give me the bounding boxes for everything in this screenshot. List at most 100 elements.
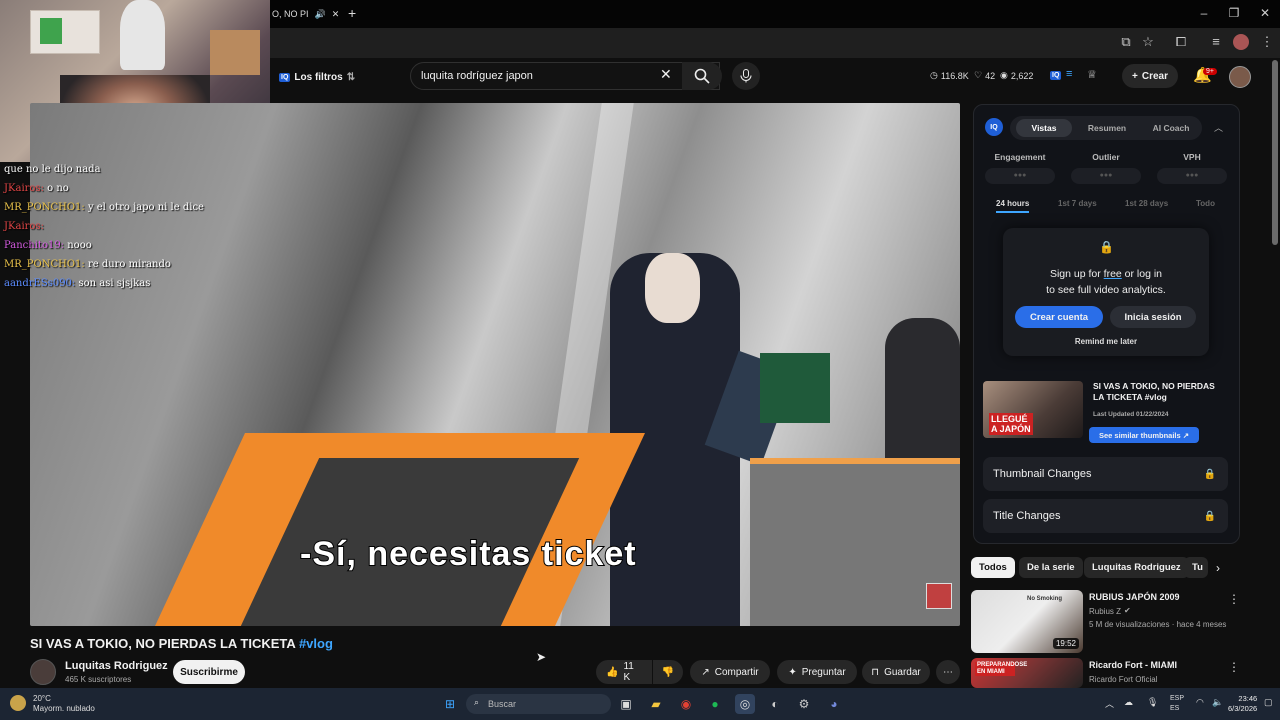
discord-icon[interactable]: ◕ [824,694,844,714]
dislike-button[interactable]: 👎 [653,660,683,684]
notification-center-icon[interactable]: ▢ [1264,697,1273,708]
page-scrollbar[interactable] [1272,60,1278,245]
clock-icon: ◷ [930,70,938,80]
thumbnail-changes-row[interactable]: Thumbnail Changes 🔒 [983,457,1228,491]
range-7d[interactable]: 1st 7 days [1058,199,1097,208]
thumb-icon: ♡ [974,70,983,80]
new-tab-button[interactable]: + [348,5,356,21]
close-window-button[interactable]: ✕ [1255,6,1275,20]
language-indicator[interactable]: ESP ES [1170,694,1184,714]
share-button[interactable]: ↗ Compartir [690,660,770,684]
rec-menu-icon[interactable]: ⋮ [1228,592,1240,606]
metric-engagement-value: ●●● [985,168,1055,184]
metric-engagement: Engagement [994,152,1046,162]
search-icon [694,68,710,84]
task-view-icon[interactable]: ▣ [616,694,636,714]
vidiq-extension-chip[interactable]: IQ [1050,71,1062,80]
spotify-icon[interactable]: ● [705,694,725,714]
thumbnail-preview: LLEGUÉ A JAPÓN [983,381,1083,438]
steam-icon[interactable]: ◎ [735,694,755,714]
wifi-icon[interactable]: ◠ [1196,697,1204,708]
chrome-icon[interactable]: ◉ [676,694,696,714]
extensions-icon[interactable]: ⧠ [1172,34,1190,50]
rec-channel-1[interactable]: Rubius Z [1089,607,1121,616]
close-tab-icon[interactable]: ✕ [332,9,340,20]
settings-icon[interactable]: ⚙ [794,694,814,714]
obs-icon[interactable]: ◐ [765,694,785,714]
video-hashtag[interactable]: #vlog [299,636,333,651]
chip-todos[interactable]: Todos [971,557,1015,578]
metric-outlier-value: ●●● [1071,168,1141,184]
vidiq-menu-icon[interactable]: ≡ [1066,68,1072,80]
create-button[interactable]: + Crear [1122,64,1178,88]
rec-channel-2[interactable]: Ricardo Fort Oficial [1089,675,1157,684]
install-icon[interactable]: ⧉ [1117,34,1135,50]
browser-tab[interactable]: O, NO PI 🔊 ✕ [272,4,342,24]
chevron-right-icon[interactable]: › [1216,561,1220,575]
range-24h[interactable]: 24 hours [996,199,1030,213]
chat-username: aandrESs090: [4,278,79,289]
voice-search-button[interactable] [732,62,760,90]
remind-later-link[interactable]: Remind me later [1003,337,1209,346]
like-button[interactable]: 👍 11 K [596,660,652,684]
login-button[interactable]: Inicia sesión [1110,306,1196,328]
user-avatar[interactable] [1229,66,1251,88]
tab-resumen[interactable]: Resumen [1080,119,1134,137]
search-button[interactable] [682,62,722,90]
clock[interactable]: 23:46 6/3/2026 [1228,694,1257,714]
reading-list-icon[interactable]: ≡ [1207,34,1225,49]
see-similar-thumbnails-button[interactable]: See similar thumbnails ↗ [1089,427,1199,443]
like-count: 11 K [623,661,634,683]
chip-tu[interactable]: Tu [1184,557,1208,578]
file-explorer-icon[interactable]: ▰ [646,694,666,714]
lock-icon: 🔒 [1203,468,1216,480]
weather-icon[interactable] [10,695,26,711]
range-all[interactable]: Todo [1196,199,1215,208]
signup-free-link[interactable]: free [1104,268,1122,280]
minimize-button[interactable]: – [1194,6,1214,20]
range-28d[interactable]: 1st 28 days [1125,199,1168,208]
search-icon: ⌕ [474,697,480,707]
volume-icon[interactable]: 🔈 [1212,697,1223,708]
tray-overflow-icon[interactable]: ︿ [1105,697,1114,710]
search-input[interactable]: luquita rodríguez japon [410,62,720,90]
taskbar-search[interactable]: Buscar [466,694,611,714]
clear-search-icon[interactable]: ✕ [660,66,672,83]
create-account-button[interactable]: Crear cuenta [1015,306,1103,328]
mouse-cursor: ➤ [536,650,547,664]
tab-vistas[interactable]: Vistas [1016,119,1072,137]
filters-button[interactable]: IQ Los filtros ⇅ [279,68,355,86]
speaker-icon[interactable]: 🔊 [315,9,326,20]
more-actions-button[interactable]: ⋯ [936,660,960,684]
taskbar-search-label: Buscar [488,699,517,709]
title-changes-row[interactable]: Title Changes 🔒 [983,499,1228,533]
cloud-icon[interactable]: ☁ [1124,697,1133,708]
rec-title-2[interactable]: Ricardo Fort - MIAMI [1089,660,1229,670]
save-button[interactable]: ⊓ Guardar [862,660,930,684]
bookmark-icon: ⊓ [871,666,880,678]
rec-menu-icon[interactable]: ⋮ [1228,660,1240,674]
chip-channel[interactable]: Luquitas Rodriguez [1084,557,1189,578]
profile-avatar[interactable] [1233,34,1249,50]
trophy-icon[interactable]: ♕ [1087,68,1097,81]
tab-ai-coach[interactable]: AI Coach [1142,119,1200,137]
weather-widget[interactable]: 20°C Mayorm. nublado [33,694,95,714]
browser-menu-icon[interactable]: ⋮ [1258,34,1276,50]
bookmark-star-icon[interactable]: ☆ [1139,34,1157,50]
rec-title-1[interactable]: RUBIUS JAPÓN 2009 [1089,592,1229,602]
rec-thumbnail-1[interactable]: No Smoking 19:52 [971,590,1083,653]
ask-button[interactable]: ✦ Preguntar [777,660,857,684]
views-value: 116.8K [940,70,969,81]
channel-avatar[interactable] [30,659,56,685]
rec-thumbnail-2[interactable]: PREPARANDOSE EN MIAMI [971,658,1083,688]
channel-watermark[interactable] [926,583,952,609]
windows-start-icon[interactable]: ⊞ [440,694,460,714]
channel-name[interactable]: Luquitas Rodriguez [65,660,168,672]
maximize-button[interactable]: ❐ [1224,6,1244,20]
chat-username: MR_PONCHO1: [4,259,88,270]
microphone-tray-icon[interactable]: 🎙 [1147,697,1158,708]
chip-de-la-serie[interactable]: De la serie [1019,557,1083,578]
subscribe-button[interactable]: Suscribirme [173,660,245,684]
windows-taskbar [0,688,1280,720]
collapse-chevron-icon[interactable]: ︿ [1214,121,1223,134]
